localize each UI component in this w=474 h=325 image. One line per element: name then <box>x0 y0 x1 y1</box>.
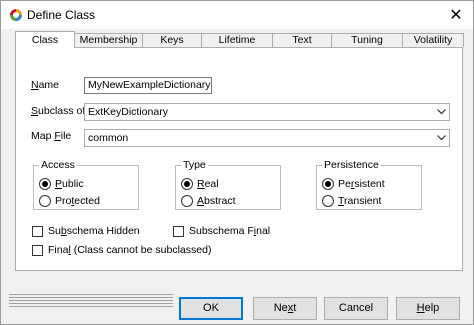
type-abstract-label: Abstract <box>197 195 236 207</box>
class-tab-panel: Name MyNewExampleDictionary Subclass of … <box>15 47 463 271</box>
resize-grip-lines <box>9 294 173 312</box>
type-abstract-radio[interactable]: Abstract <box>181 195 236 207</box>
help-button[interactable]: Help <box>396 297 460 320</box>
subclass-value: ExtKeyDictionary <box>88 106 168 118</box>
ok-button[interactable]: OK <box>179 297 243 320</box>
radio-unselected-icon[interactable] <box>322 195 334 207</box>
access-group: Access Public Protected <box>33 159 139 210</box>
tab-tuning[interactable]: Tuning <box>331 33 403 47</box>
type-group: Type Real Abstract <box>175 159 281 210</box>
access-protected-label: Protected <box>55 195 100 207</box>
close-icon: ✕ <box>449 7 463 24</box>
radio-selected-icon[interactable] <box>322 178 334 190</box>
close-button[interactable]: ✕ <box>439 1 473 29</box>
window-title: Define Class <box>27 8 96 22</box>
persistence-persistent-label: Persistent <box>338 178 385 190</box>
final-label: Final (Class cannot be subclassed) <box>48 244 212 256</box>
persistence-persistent-radio[interactable]: Persistent <box>322 178 385 190</box>
tab-class[interactable]: Class <box>15 31 75 48</box>
map-file-label: Map File <box>31 130 72 142</box>
persistence-transient-label: Transient <box>338 195 382 207</box>
name-label: Name <box>31 79 60 91</box>
subclass-label: Subclass of <box>31 105 86 117</box>
chevron-down-icon[interactable] <box>433 130 449 146</box>
name-input[interactable]: MyNewExampleDictionary <box>84 77 212 94</box>
tab-volatility[interactable]: Volatility <box>402 33 464 47</box>
persistence-group-title: Persistence <box>322 159 381 171</box>
map-file-value: common <box>88 132 129 144</box>
radio-selected-icon[interactable] <box>181 178 193 190</box>
checkbox-unchecked-icon[interactable] <box>173 225 184 237</box>
access-public-radio[interactable]: Public <box>39 178 84 190</box>
map-file-select[interactable]: common <box>84 129 450 147</box>
tab-lifetime[interactable]: Lifetime <box>201 33 273 47</box>
type-group-title: Type <box>181 159 208 171</box>
tab-text[interactable]: Text <box>272 33 332 47</box>
chevron-down-icon[interactable] <box>433 104 449 120</box>
checkbox-unchecked-icon[interactable] <box>32 225 43 237</box>
title-bar: Define Class ✕ <box>1 1 473 29</box>
next-button[interactable]: Next <box>253 297 317 320</box>
access-group-title: Access <box>39 159 77 171</box>
persistence-group: Persistence Persistent Transient <box>316 159 422 210</box>
tab-strip: Class Membership Keys Lifetime Text Tuni… <box>15 31 465 48</box>
subschema-final-checkbox[interactable]: Subschema Final <box>173 225 270 237</box>
tab-keys[interactable]: Keys <box>142 33 202 47</box>
subschema-final-label: Subschema Final <box>189 225 271 237</box>
access-protected-radio[interactable]: Protected <box>39 195 100 207</box>
tab-membership[interactable]: Membership <box>74 33 143 47</box>
type-real-radio[interactable]: Real <box>181 178 219 190</box>
radio-unselected-icon[interactable] <box>39 195 51 207</box>
app-logo-icon <box>10 9 22 21</box>
final-checkbox[interactable]: Final (Class cannot be subclassed) <box>32 244 211 256</box>
define-class-dialog: Define Class ✕ Class Membership Keys Lif… <box>0 0 474 325</box>
cancel-button[interactable]: Cancel <box>324 297 388 320</box>
type-real-label: Real <box>197 178 219 190</box>
radio-selected-icon[interactable] <box>39 178 51 190</box>
subschema-hidden-checkbox[interactable]: Subschema Hidden <box>32 225 140 237</box>
checkbox-unchecked-icon[interactable] <box>32 244 43 256</box>
subclass-select[interactable]: ExtKeyDictionary <box>84 103 450 121</box>
access-public-label: Public <box>55 178 84 190</box>
persistence-transient-radio[interactable]: Transient <box>322 195 381 207</box>
radio-unselected-icon[interactable] <box>181 195 193 207</box>
subschema-hidden-label: Subschema Hidden <box>48 225 140 237</box>
